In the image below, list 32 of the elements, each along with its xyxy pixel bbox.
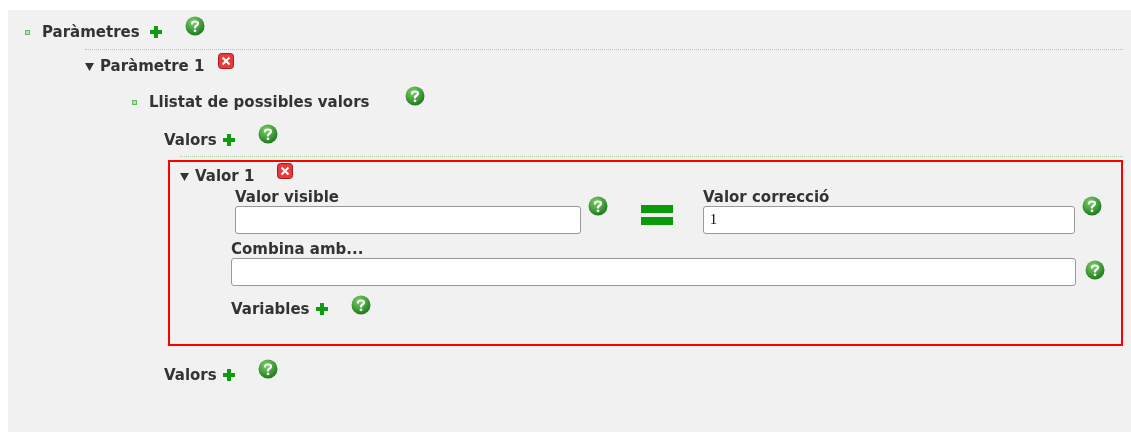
input-field[interactable]: 1: [703, 206, 1075, 234]
input-field[interactable]: [231, 258, 1076, 286]
input-field[interactable]: [235, 206, 581, 234]
field-label: Valor visible: [235, 189, 341, 206]
help-icon[interactable]: [257, 124, 278, 144]
help-icon[interactable]: [1082, 196, 1102, 216]
group-title: Valors: [164, 366, 217, 384]
group-title: Variables: [231, 300, 310, 318]
section-title: Paràmetres: [42, 23, 140, 41]
section-title: Llistat de possibles valors: [149, 93, 370, 111]
caret-icon[interactable]: [180, 171, 189, 181]
equals-icon: [641, 202, 673, 227]
field-label: Combina amb...: [231, 241, 365, 258]
caret-icon[interactable]: [85, 61, 94, 71]
bullet-icon: [132, 99, 137, 105]
field-label: Valor correcció: [703, 189, 831, 206]
help-icon[interactable]: [1085, 260, 1105, 280]
help-icon[interactable]: [350, 295, 371, 315]
add-icon[interactable]: [222, 134, 235, 146]
item-title: Valor 1: [195, 167, 255, 185]
help-icon[interactable]: [588, 196, 608, 216]
delete-icon[interactable]: [277, 163, 294, 179]
add-icon[interactable]: [315, 303, 328, 315]
help-icon[interactable]: [184, 16, 205, 36]
delete-icon[interactable]: [218, 53, 235, 69]
item-title: Paràmetre 1: [100, 57, 205, 75]
help-icon[interactable]: [257, 359, 278, 379]
add-icon[interactable]: [222, 369, 235, 381]
group-title: Valors: [164, 131, 217, 149]
bullet-icon: [25, 29, 30, 35]
help-icon[interactable]: [404, 86, 425, 106]
add-icon[interactable]: [149, 26, 162, 38]
